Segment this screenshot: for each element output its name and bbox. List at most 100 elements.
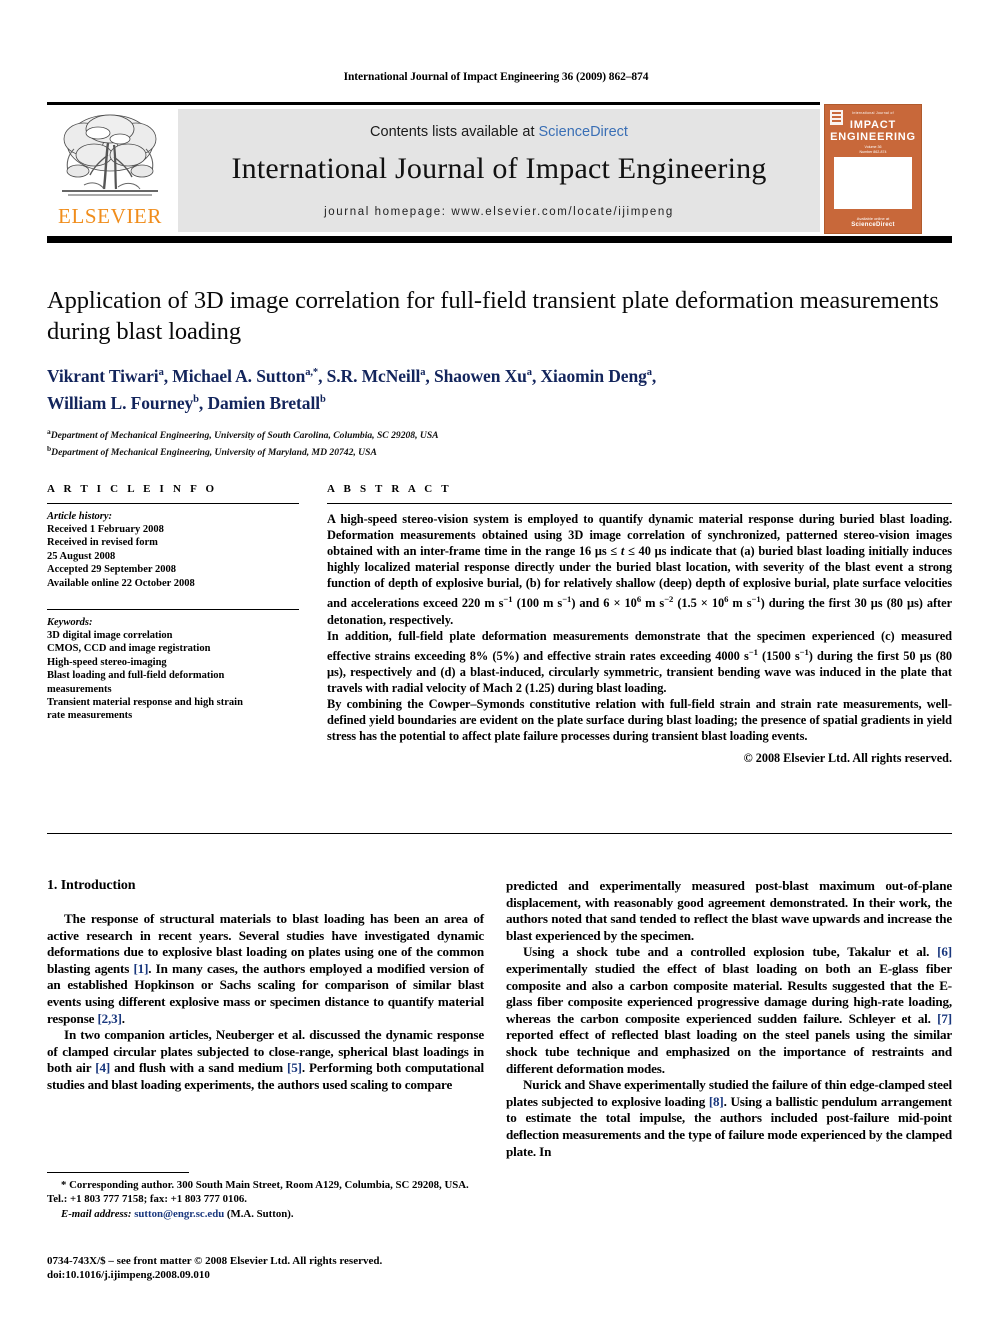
journal-title: International Journal of Impact Engineer… [231, 152, 767, 185]
author-name: Xiaomin Deng [540, 365, 647, 386]
citation-link[interactable]: [8] [709, 1094, 724, 1109]
sciencedirect-link[interactable]: ScienceDirect [539, 124, 628, 140]
article-info-divider [47, 503, 299, 504]
keywords-list: 3D digital image correlation CMOS, CCD a… [47, 629, 299, 723]
cover-image-placeholder [834, 157, 912, 209]
cover-volume-line1: Volume 36 [864, 145, 882, 149]
page-title: Application of 3D image correlation for … [47, 287, 939, 345]
abs-p2-sup1: −1 [748, 646, 758, 657]
abs-p1-sup6: −1 [751, 594, 761, 605]
author-name: Shaowen Xu [433, 365, 527, 386]
body-column-left: 1. Introduction The response of structur… [47, 878, 484, 1094]
journal-homepage-link[interactable]: journal homepage: www.elsevier.com/locat… [178, 206, 820, 218]
author-name: Damien Bretall [207, 392, 320, 413]
history-item: Received 1 February 2008 [47, 524, 164, 535]
abs-p1-sup1: −1 [503, 594, 513, 605]
cover-name-line1: IMPACT [849, 119, 897, 131]
paragraph-text: Using a shock tube and a controlled expl… [523, 944, 938, 960]
author-list: Vikrant Tiwaria, Michael A. Suttona,*, S… [47, 361, 952, 415]
keyword-item: Transient material response and high str… [47, 697, 243, 709]
paragraph-text: reported effect of reflected blast loadi… [506, 1027, 952, 1076]
paragraph-text: and flush with a sand medium [110, 1060, 288, 1076]
affiliation-a: aDepartment of Mechanical Engineering, U… [47, 426, 439, 441]
history-item: Accepted 29 September 2008 [47, 564, 176, 576]
abstract-heading: A B S T R A C T [327, 483, 452, 495]
abstract-copyright: © 2008 Elsevier Ltd. All rights reserved… [743, 750, 952, 765]
cover-volume-info: Volume 36 Number 862-874 [825, 145, 921, 155]
article-info-heading: A R T I C L E I N F O [47, 483, 218, 495]
history-item: Received in revised form [47, 537, 158, 549]
email-owner: (M.A. Sutton). [224, 1208, 294, 1220]
article-history-label: Article history: [47, 511, 113, 522]
citation-link[interactable]: [1] [133, 961, 148, 976]
history-item: Available online 22 October 2008 [47, 577, 195, 589]
email-link[interactable]: sutton@engr.sc.edu [134, 1208, 224, 1220]
keywords-label: Keywords: [47, 617, 93, 629]
article-info-column: A R T I C L E I N F O Article history: R… [47, 483, 299, 723]
paragraph-text: experimentally studied the effect of bla… [506, 960, 952, 1026]
keyword-item: measurements [47, 683, 112, 695]
email-note: E-mail address: sutton@engr.sc.edu (M.A.… [47, 1207, 484, 1221]
affiliation-a-text: Department of Mechanical Engineering, Un… [50, 429, 439, 441]
imprint-line-1: 0734-743X/$ – see front matter © 2008 El… [47, 1255, 383, 1267]
paragraph-text: predicted and experimentally measured po… [506, 878, 952, 943]
affiliations: aDepartment of Mechanical Engineering, U… [47, 425, 952, 459]
body-paragraph: predicted and experimentally measured po… [506, 878, 952, 944]
corresponding-text: Corresponding author. 300 South Main Str… [47, 1179, 469, 1205]
masthead-band: Contents lists available at ScienceDirec… [178, 109, 820, 232]
citation-link[interactable]: [6] [937, 944, 952, 959]
cover-footer-small: Available online at [856, 216, 890, 221]
cover-footer-brand: ScienceDirect [851, 222, 895, 228]
corresponding-author-note: * Corresponding author. 300 South Main S… [47, 1178, 484, 1206]
abstract-paragraph-1: A high-speed stereo-vision system is emp… [327, 511, 952, 628]
citation-link[interactable]: [4] [95, 1060, 110, 1075]
imprint-line-2: doi:10.1016/j.ijimpeng.2008.09.010 [47, 1269, 210, 1281]
keyword-item: rate measurements [47, 710, 133, 722]
keyword-item: 3D digital image correlation [47, 630, 173, 642]
abs-p1-m2: ) and 6 × 10 [571, 596, 637, 611]
abs-p2-sup2: −1 [799, 646, 809, 657]
title-block: Application of 3D image correlation for … [47, 285, 952, 459]
keyword-item: CMOS, CCD and image registration [47, 643, 211, 655]
contents-prefix: Contents lists available at [370, 124, 539, 140]
body-column-right: predicted and experimentally measured po… [506, 878, 952, 1160]
paragraph-text: . [121, 1010, 125, 1026]
author-name: Vikrant Tiwari [47, 365, 159, 386]
email-label: E-mail address: [61, 1208, 132, 1220]
abs-p1-m1: (100 m s [512, 596, 563, 611]
body-top-divider [47, 833, 952, 834]
affiliation-b-text: Department of Mechanical Engineering, Un… [51, 447, 377, 459]
abstract-column: A B S T R A C T A high-speed stereo-visi… [327, 483, 952, 766]
article-history-list: Received 1 February 2008 Received in rev… [47, 523, 299, 590]
elsevier-logo: ELSEVIER [47, 109, 173, 235]
running-head: International Journal of Impact Engineer… [343, 71, 649, 83]
body-paragraph: In two companion articles, Neuberger et … [47, 1027, 484, 1093]
abs-p1-sup4: −2 [664, 594, 674, 605]
cover-footer: Available online at ScienceDirect [825, 216, 921, 228]
cover-small-top-text: International Journal of [852, 111, 894, 115]
abs-p1-sup2: −1 [562, 594, 572, 605]
citation-link[interactable]: [5] [287, 1060, 302, 1075]
citation-link[interactable]: [2,3] [97, 1011, 121, 1026]
body-paragraph: The response of structural materials to … [47, 911, 484, 1027]
body-paragraph: Using a shock tube and a controlled expl… [506, 944, 952, 1077]
contents-list-line: Contents lists available at ScienceDirec… [178, 109, 820, 140]
abs-p1-m5: m s [728, 596, 752, 611]
author-name: S.R. McNeill [326, 365, 421, 386]
citation-link[interactable]: [7] [937, 1011, 952, 1026]
elsevier-tree-icon [62, 114, 158, 196]
journal-masthead: ELSEVIER Contents lists available at Sci… [47, 102, 820, 236]
abs-p1-m4: (1.5 × 10 [673, 596, 725, 611]
abstract-paragraph-2: In addition, full-field plate deformatio… [327, 628, 952, 697]
elsevier-wordmark: ELSEVIER [58, 204, 162, 228]
journal-article-page: International Journal of Impact Engineer… [0, 0, 992, 1323]
author-name: Michael A. Sutton [172, 365, 306, 386]
masthead-bottom-rule [47, 236, 952, 243]
footnote-block: * Corresponding author. 300 South Main S… [47, 1178, 484, 1221]
history-item: 25 August 2008 [47, 550, 116, 562]
footnote-divider [47, 1172, 189, 1173]
abs-p2-m1: (1500 s [757, 649, 800, 663]
abstract-paragraph-3: By combining the Cowper–Symonds constitu… [327, 697, 952, 744]
author-name: William L. Fourney [47, 392, 194, 413]
